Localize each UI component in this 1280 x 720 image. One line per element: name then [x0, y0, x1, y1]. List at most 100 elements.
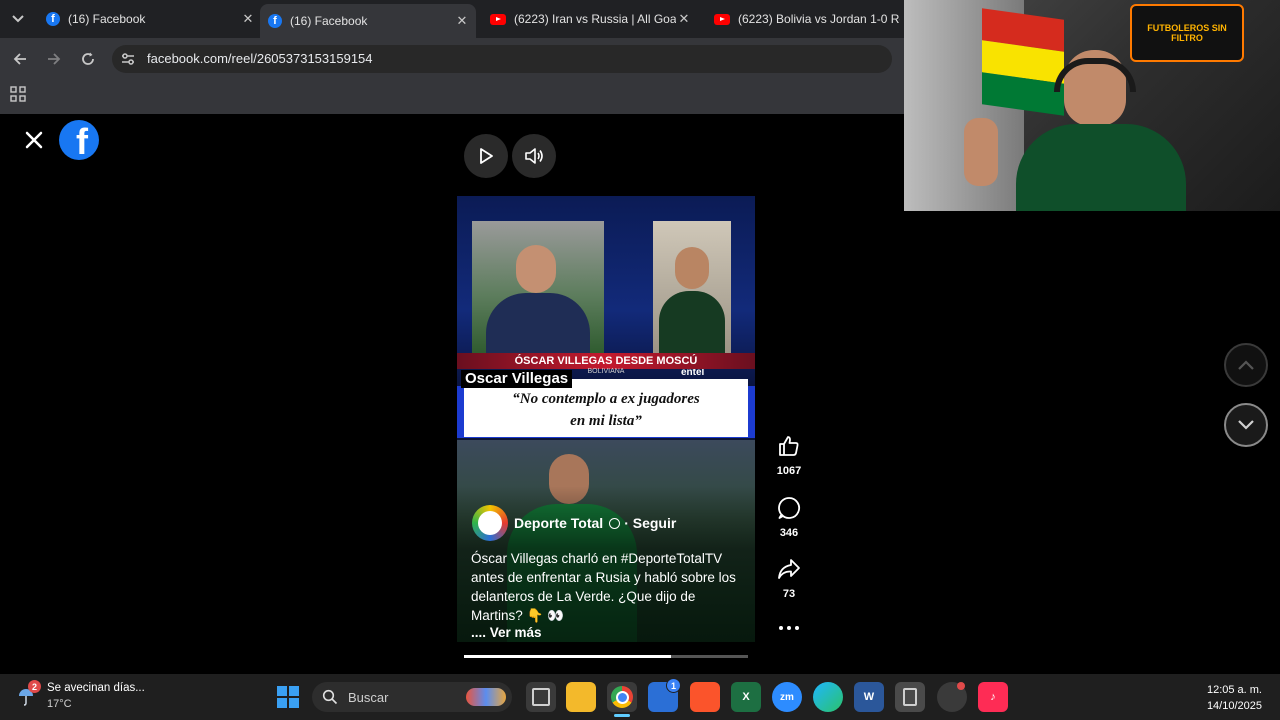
like-button[interactable]: 1067	[769, 434, 809, 477]
clock-time: 12:05 a. m.	[1206, 684, 1262, 696]
more-dot-icon	[787, 626, 791, 630]
file-explorer-icon[interactable]	[566, 682, 596, 712]
calculator-icon[interactable]	[895, 682, 925, 712]
taskbar	[0, 674, 1280, 720]
coach-shirt	[659, 291, 725, 356]
chevron-up-icon	[1238, 360, 1254, 370]
next-reel-button[interactable]	[1224, 403, 1268, 447]
url-text[interactable]: facebook.com/reel/2605373153159154	[147, 51, 373, 66]
close-tab-icon[interactable]: ✕	[676, 11, 692, 27]
tab-title: (16) Facebook	[68, 12, 146, 26]
taskbar-search[interactable]: Buscar	[312, 682, 512, 712]
coach-head	[675, 247, 709, 289]
store-icon[interactable]: 1	[648, 678, 681, 712]
bookmarks-bar	[0, 80, 904, 114]
system-clock[interactable]: 12:05 a. m. 14/10/2025	[1150, 682, 1262, 714]
clock-date: 14/10/2025	[1206, 700, 1262, 712]
volume-button[interactable]	[512, 134, 556, 178]
comment-count: 346	[779, 527, 799, 539]
video-progress-bar[interactable]	[464, 655, 748, 658]
arrow-right-icon	[48, 53, 61, 65]
reel-video[interactable]: entel ÓSCAR VILLEGAS DESDE MOSCÚ BOLIVIA…	[457, 196, 755, 642]
share-button[interactable]: 73	[769, 557, 809, 600]
see-more-link[interactable]: .... Ver más	[471, 625, 542, 640]
presenter-frame	[472, 221, 604, 356]
search-highlight-icon	[466, 688, 506, 706]
tab-search-button[interactable]	[6, 7, 30, 31]
brave-icon[interactable]	[690, 682, 720, 712]
back-button[interactable]	[8, 47, 32, 71]
chevron-down-icon	[12, 15, 24, 23]
tab-title: (6223) Iran vs Russia | All Goals	[514, 12, 676, 26]
forward-button[interactable]	[42, 47, 66, 71]
facebook-icon: f	[46, 12, 60, 26]
headphones	[1054, 58, 1136, 92]
tab-2-active[interactable]: f (16) Facebook ✕	[260, 4, 476, 38]
share-icon	[778, 559, 800, 579]
edge-icon[interactable]	[813, 682, 843, 712]
close-icon	[25, 131, 43, 149]
tab-3[interactable]: (6223) Iran vs Russia | All Goals ✕	[482, 4, 696, 34]
active-app-indicator	[614, 714, 630, 717]
share-count: 73	[782, 588, 796, 600]
webcam-overlay: FUTBOLEROS SIN FILTRO	[904, 0, 1280, 211]
play-icon	[480, 148, 493, 164]
neon-sign: FUTBOLEROS SIN FILTRO	[1130, 4, 1244, 62]
thumbs-up-icon	[779, 436, 799, 456]
youtube-icon	[714, 13, 730, 25]
search-icon	[322, 689, 338, 705]
weather-temp: 17°C	[47, 698, 72, 710]
windows-icon	[277, 686, 299, 708]
close-tab-icon[interactable]: ✕	[240, 11, 256, 27]
comment-icon	[778, 497, 800, 519]
more-dot-icon	[795, 626, 799, 630]
weather-title[interactable]: Se avecinan días...	[47, 682, 145, 694]
comment-button[interactable]: 346	[769, 496, 809, 539]
reload-button[interactable]	[76, 47, 100, 71]
weather-widget-icon[interactable]: 2	[14, 680, 41, 708]
coach-frame: entel	[653, 221, 731, 378]
news-banner: ÓSCAR VILLEGAS DESDE MOSCÚ	[457, 353, 755, 369]
more-options-button[interactable]	[779, 620, 799, 636]
site-info-icon[interactable]	[120, 51, 136, 67]
page-avatar[interactable]	[472, 505, 508, 541]
globe-icon	[609, 517, 621, 529]
word-icon[interactable]: W	[854, 682, 884, 712]
obs-icon[interactable]	[937, 682, 967, 712]
task-view-icon[interactable]	[526, 682, 556, 712]
tab-title: (6223) Bolivia vs Jordan 1-0 Res	[738, 12, 900, 26]
previous-reel-button[interactable]	[1224, 343, 1268, 387]
tab-1[interactable]: f (16) Facebook ✕	[38, 4, 256, 34]
start-button[interactable]	[275, 684, 301, 710]
page-name[interactable]: Deporte Total	[514, 515, 603, 531]
tab-4[interactable]: (6223) Bolivia vs Jordan 1-0 Res	[706, 4, 900, 34]
speaker-icon	[525, 148, 543, 164]
apps-grid-icon[interactable]	[10, 86, 26, 102]
reload-icon	[82, 52, 94, 65]
more-dot-icon	[779, 626, 783, 630]
follow-link[interactable]: · Seguir	[624, 515, 676, 531]
quote-line-2: en mi lista”	[570, 413, 642, 429]
arrow-left-icon	[13, 53, 26, 65]
zoom-icon[interactable]: zm	[772, 682, 802, 712]
name-tag: Oscar Villegas	[461, 370, 573, 388]
facebook-logo-icon[interactable]: f	[59, 120, 99, 160]
play-button[interactable]	[464, 134, 508, 178]
store-badge: 1	[666, 678, 681, 693]
tiktok-icon[interactable]: ♪	[978, 682, 1008, 712]
recording-dot-icon	[957, 682, 965, 690]
person-hand	[964, 118, 998, 186]
chevron-down-icon	[1238, 420, 1254, 430]
weather-badge: 2	[28, 680, 41, 693]
presenter-body	[486, 293, 590, 356]
tab-title: (16) Facebook	[290, 14, 368, 28]
like-count: 1067	[776, 465, 802, 477]
reel-caption: Óscar Villegas charló en #DeporteTotalTV…	[471, 551, 736, 623]
close-viewer-button[interactable]	[22, 128, 46, 152]
chrome-icon[interactable]	[607, 682, 637, 712]
excel-icon[interactable]: X	[731, 682, 761, 712]
bolivia-flag	[982, 8, 1064, 116]
close-tab-icon[interactable]: ✕	[454, 13, 470, 29]
presenter-head	[516, 245, 556, 293]
search-placeholder: Buscar	[348, 689, 389, 705]
